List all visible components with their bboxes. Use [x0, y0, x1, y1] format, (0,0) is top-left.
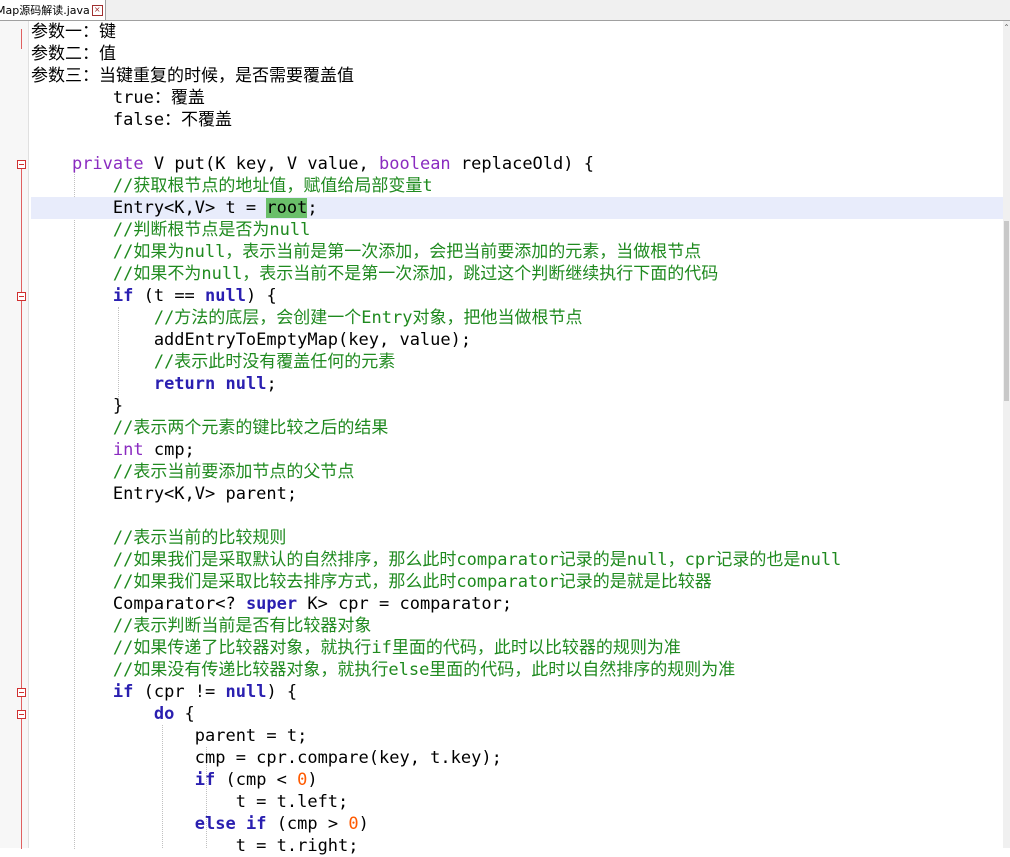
- code-line[interactable]: Comparator<? super K> cpr = comparator;: [31, 593, 512, 615]
- code-line[interactable]: //如果我们是采取默认的自然排序，那么此时comparator记录的是null，…: [31, 549, 841, 571]
- code-line[interactable]: //获取根节点的地址值，赋值给局部变量t: [31, 175, 433, 197]
- fold-toggle-icon[interactable]: [17, 710, 26, 719]
- code-line[interactable]: //表示两个元素的键比较之后的结果: [31, 417, 388, 439]
- fold-toggle-icon[interactable]: [17, 160, 26, 169]
- search-match: root: [266, 198, 308, 218]
- code-line[interactable]: //如果不为null，表示当前不是第一次添加，跳过这个判断继续执行下面的代码: [31, 263, 718, 285]
- fold-line: [21, 29, 22, 49]
- code-line[interactable]: return null;: [31, 373, 277, 395]
- code-line[interactable]: t = t.right;: [31, 835, 359, 857]
- code-line[interactable]: //表示当前要添加节点的父节点: [31, 461, 354, 483]
- code-line[interactable]: //如果为null，表示当前是第一次添加，会把当前要添加的元素，当做根节点: [31, 241, 701, 263]
- code-line[interactable]: if (t == null) {: [31, 285, 277, 307]
- scroll-up-icon[interactable]: ˆ: [1004, 24, 1009, 35]
- code-line[interactable]: t = t.left;: [31, 791, 349, 813]
- fold-toggle-icon[interactable]: [17, 292, 26, 301]
- code-line[interactable]: Entry<K,V> parent;: [31, 483, 297, 505]
- code-line[interactable]: if (cpr != null) {: [31, 681, 297, 703]
- code-line[interactable]: Entry<K,V> t = root;: [31, 197, 1003, 219]
- fold-line: [21, 169, 22, 849]
- code-line[interactable]: int cmp;: [31, 439, 195, 461]
- code-line[interactable]: 参数三：当键重复的时候，是否需要覆盖值: [31, 65, 354, 87]
- code-line[interactable]: if (cmp < 0): [31, 769, 318, 791]
- code-line[interactable]: cmp = cpr.compare(key, t.key);: [31, 747, 502, 769]
- code-line[interactable]: parent = t;: [31, 725, 308, 747]
- code-line[interactable]: }: [31, 395, 123, 417]
- code-line[interactable]: //表示此时没有覆盖任何的元素: [31, 351, 395, 373]
- tab-file[interactable]: Map源码解读.java ×: [0, 0, 106, 20]
- code-line[interactable]: //如果没有传递比较器对象，就执行else里面的代码，此时以自然排序的规则为准: [31, 659, 735, 681]
- code-line[interactable]: //判断根节点是否为null: [31, 219, 310, 241]
- code-line[interactable]: do {: [31, 703, 195, 725]
- code-line[interactable]: private V put(K key, V value, boolean re…: [31, 153, 594, 175]
- scrollbar-thumb[interactable]: [1004, 221, 1009, 401]
- vertical-scrollbar[interactable]: [1003, 21, 1010, 848]
- code-line[interactable]: //如果传递了比较器对象，就执行if里面的代码，此时以比较器的规则为准: [31, 637, 681, 659]
- code-line[interactable]: //方法的底层，会创建一个Entry对象，把他当做根节点: [31, 307, 583, 329]
- code-line[interactable]: else if (cmp > 0): [31, 813, 369, 835]
- close-icon[interactable]: ×: [91, 4, 103, 16]
- tab-label: Map源码解读.java: [0, 4, 90, 17]
- code-line[interactable]: addEntryToEmptyMap(key, value);: [31, 329, 471, 351]
- code-line[interactable]: 参数二：值: [31, 43, 116, 65]
- code-line[interactable]: true：覆盖: [31, 87, 205, 109]
- fold-gutter: [0, 21, 29, 849]
- tab-bar: Map源码解读.java ×: [0, 0, 1010, 21]
- fold-toggle-icon[interactable]: [17, 688, 26, 697]
- code-line[interactable]: 参数一：键: [31, 21, 116, 43]
- code-line[interactable]: //如果我们是采取比较去排序方式，那么此时comparator记录的是就是比较器: [31, 571, 712, 593]
- code-line[interactable]: //表示判断当前是否有比较器对象: [31, 615, 371, 637]
- code-line[interactable]: //表示当前的比较规则: [31, 527, 286, 549]
- code-line[interactable]: false：不覆盖: [31, 109, 232, 131]
